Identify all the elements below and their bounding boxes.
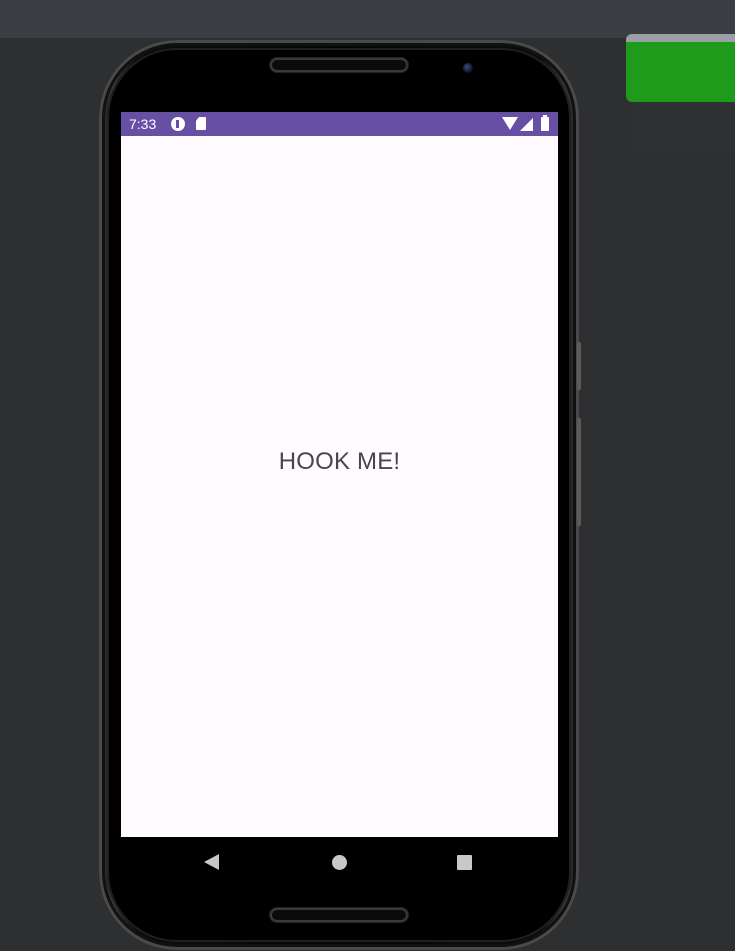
device-screen[interactable]: 7:33 HOOK ME!	[121, 112, 558, 888]
navigation-bar	[121, 837, 558, 888]
back-icon[interactable]	[204, 854, 219, 870]
recents-icon[interactable]	[457, 855, 472, 870]
emulator-toolbar	[0, 0, 735, 39]
emulator-status-indicator[interactable]	[626, 34, 735, 102]
status-bar: 7:33	[121, 112, 558, 136]
bottom-speaker	[270, 908, 408, 922]
app-content[interactable]: HOOK ME!	[121, 136, 558, 837]
sd-card-icon	[196, 117, 206, 130]
cell-signal-icon	[520, 118, 533, 131]
volume-button[interactable]	[577, 418, 581, 526]
front-camera-icon	[463, 63, 473, 73]
status-time: 7:33	[129, 116, 157, 132]
power-button[interactable]	[577, 342, 581, 390]
indicator-shadow	[630, 102, 735, 172]
hook-me-label: HOOK ME!	[278, 448, 401, 475]
wifi-icon	[502, 117, 518, 130]
battery-icon	[541, 115, 549, 131]
home-icon[interactable]	[332, 855, 347, 870]
p-notification-icon	[171, 117, 185, 131]
top-speaker	[270, 58, 408, 72]
